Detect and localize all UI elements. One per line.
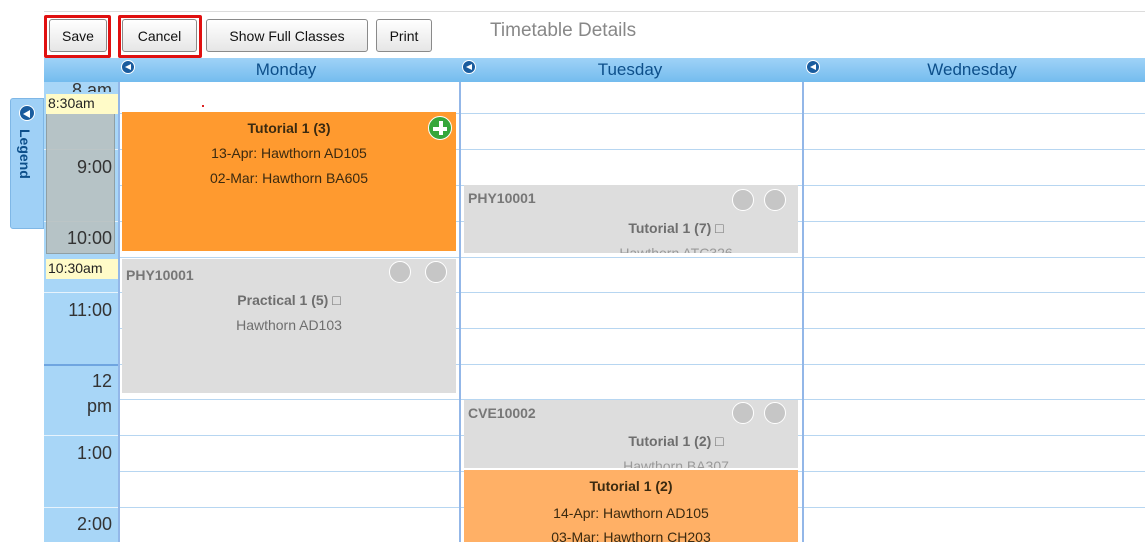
check-icon[interactable] (732, 189, 754, 211)
event-block[interactable]: Tutorial 1 (2) 14-Apr: Hawthorn AD105 03… (464, 470, 798, 542)
prev-nav-icon[interactable] (462, 60, 476, 74)
add-icon[interactable] (428, 116, 452, 140)
day-header-tuesday: Tuesday (597, 60, 663, 79)
grid-line (118, 257, 1145, 258)
print-button[interactable]: Print (376, 19, 432, 52)
legend-tab[interactable]: Legend (10, 98, 44, 229)
cancel-highlight (118, 15, 202, 58)
event-location: 03-Mar: Hawthorn CH203 (551, 529, 711, 542)
check-icon[interactable] (389, 261, 411, 283)
legend-toggle-icon[interactable] (19, 105, 35, 121)
event-title: Tutorial 1 (3) (247, 120, 331, 136)
event-location: 14-Apr: Hawthorn AD105 (553, 505, 709, 521)
day-header-wednesday: Wednesday (927, 60, 1017, 79)
swap-icon[interactable] (425, 261, 447, 283)
event-location: 13-Apr: Hawthorn AD105 (211, 145, 367, 161)
check-icon[interactable] (732, 402, 754, 424)
event-location: Hawthorn BA307 (623, 458, 729, 468)
time-label: 12 (91, 371, 112, 391)
event-code: CVE10002 (468, 405, 536, 421)
event-location: 02-Mar: Hawthorn BA605 (210, 170, 368, 186)
time-label: 10:00 (66, 228, 112, 248)
event-location: Hawthorn AD103 (236, 317, 342, 333)
time-label: 2:00 (76, 514, 112, 534)
top-divider (44, 11, 1145, 12)
event-block[interactable]: PHY10001 Practical 1 (5) □ Hawthorn AD10… (122, 259, 456, 393)
event-title: Tutorial 1 (2) (589, 478, 673, 494)
day-header-monday: Monday (255, 60, 317, 79)
prev-nav-icon[interactable] (806, 60, 820, 74)
end-time-tag: 10:30am (46, 259, 118, 279)
noon-divider (44, 364, 118, 366)
time-label: pm (86, 396, 112, 416)
time-divider (44, 507, 118, 508)
event-code: PHY10001 (468, 190, 536, 206)
time-label: 8 am (71, 80, 112, 92)
event-code: PHY10001 (126, 267, 194, 283)
show-full-classes-button[interactable]: Show Full Classes (206, 19, 368, 52)
swap-icon[interactable] (764, 189, 786, 211)
column-divider (802, 82, 804, 542)
time-divider (44, 292, 118, 293)
start-time-tag: 8:30am (46, 94, 118, 114)
time-divider (44, 435, 118, 436)
event-location: Hawthorn ATC326 (619, 245, 733, 253)
swap-icon[interactable] (764, 402, 786, 424)
legend-label: Legend (17, 129, 33, 179)
red-marker (202, 105, 204, 107)
page-title: Timetable Details (490, 20, 637, 41)
column-divider (459, 82, 461, 542)
event-title: Practical 1 (5) □ (237, 292, 341, 308)
time-label: 1:00 (76, 443, 112, 463)
event-title: Tutorial 1 (7) □ (628, 220, 724, 236)
event-block[interactable]: CVE10002 Tutorial 1 (2) □ Hawthorn BA307 (464, 400, 798, 468)
event-title: Tutorial 1 (2) □ (628, 433, 724, 449)
event-block[interactable]: PHY10001 Tutorial 1 (7) □ Hawthorn ATC32… (464, 185, 798, 253)
prev-nav-icon[interactable] (121, 60, 135, 74)
time-label: 11:00 (68, 300, 112, 320)
save-highlight (44, 15, 111, 58)
event-block[interactable]: Tutorial 1 (3) 13-Apr: Hawthorn AD105 02… (122, 112, 456, 251)
time-label: 9:00 (76, 157, 112, 177)
column-divider (118, 82, 120, 542)
